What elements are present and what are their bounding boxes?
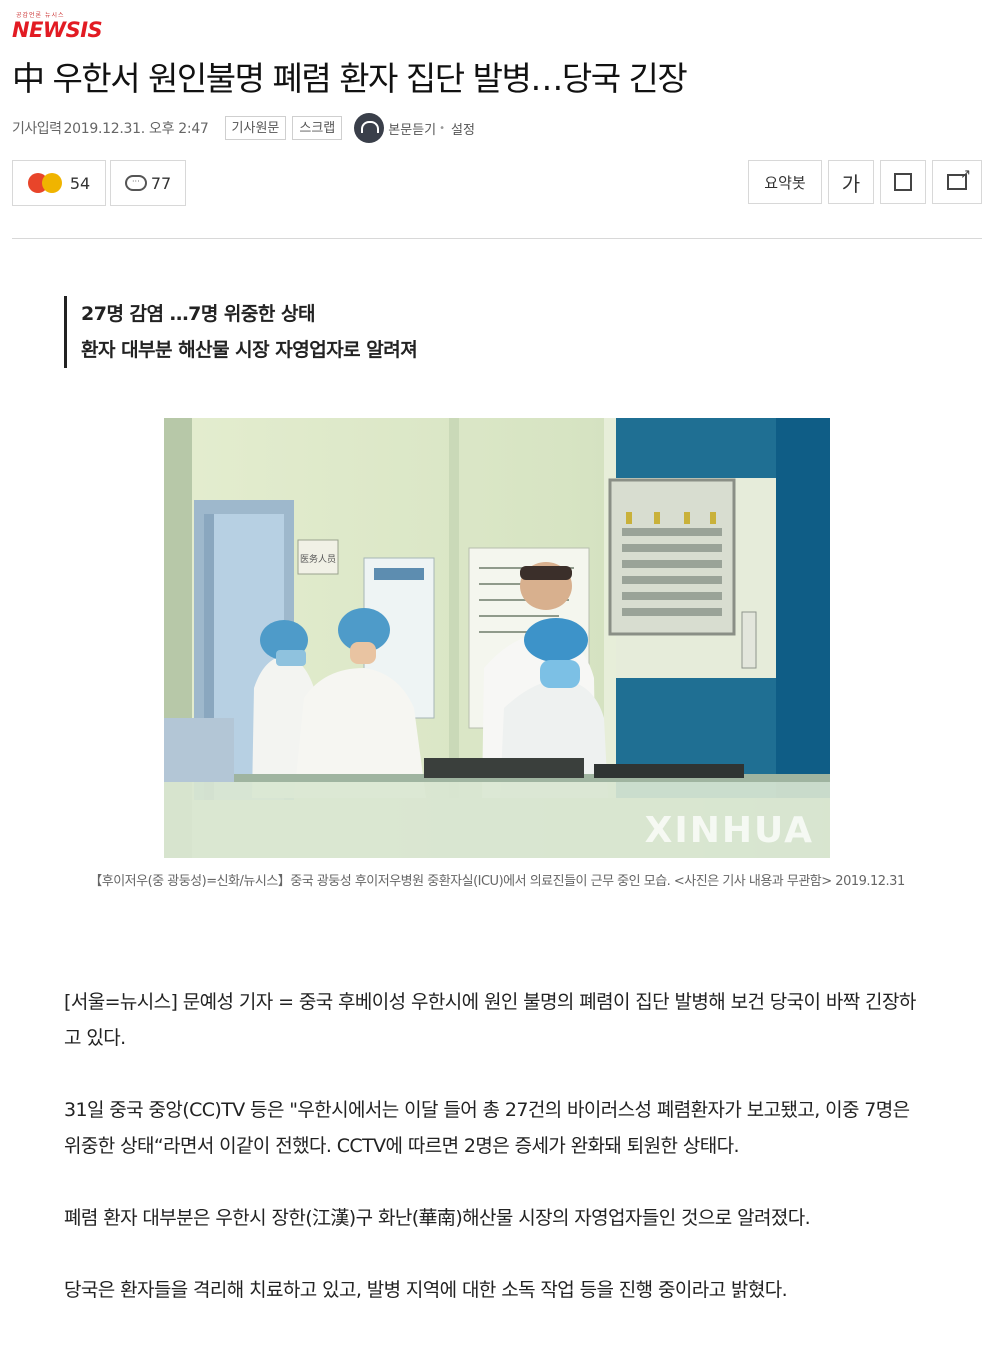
- share-button[interactable]: [932, 160, 982, 204]
- article-subtitle: 27명 감염 …7명 위중한 상태 환자 대부분 해산물 시장 자영업자로 알려…: [64, 296, 418, 368]
- article-meta: 기사입력 2019.12.31. 오후 2:47 기사원문 스크랩 본문듣기 •…: [12, 113, 475, 143]
- photo-watermark: XINHUA: [645, 810, 814, 851]
- article-title: 中 우한서 원인불명 폐렴 환자 집단 발병…당국 긴장: [12, 59, 688, 98]
- original-article-button[interactable]: 기사원문: [224, 116, 287, 140]
- body-paragraph-3: 폐렴 환자 대부분은 우한시 장한(江漢)구 화난(華南)해산물 시장의 자영업…: [64, 1207, 811, 1229]
- date-label: 기사입력: [12, 121, 62, 137]
- reaction-count: 54: [69, 173, 91, 193]
- separator-dot: •: [439, 122, 446, 134]
- photo-sign-text: 医务人员: [300, 553, 336, 565]
- article-date: 2019.12.31. 오후 2:47: [63, 121, 209, 137]
- subtitle-line-1: 27명 감염 …7명 위중한 상태: [81, 303, 315, 325]
- article-body: [서울=뉴시스] 문예성 기자 = 중국 후베이성 우한시에 원인 불명의 폐렴…: [64, 984, 924, 1344]
- listen-label: 본문듣기: [388, 122, 437, 138]
- article-page: 공감언론 뉴시스 NEWSIS 中 우한서 원인불명 폐렴 환자 집단 발병…당…: [0, 0, 994, 1352]
- body-paragraph-1: [서울=뉴시스] 문예성 기자 = 중국 후베이성 우한시에 원인 불명의 폐렴…: [64, 991, 916, 1049]
- action-bar: 54 ··· 77 요약봇 가: [12, 160, 982, 206]
- print-button[interactable]: [880, 160, 926, 204]
- subtitle-line-2: 환자 대부분 해산물 시장 자영업자로 알려져: [81, 339, 418, 361]
- font-size-button[interactable]: 가: [828, 160, 874, 204]
- body-paragraph-4: 당국은 환자들을 격리해 치료하고 있고, 발병 지역에 대한 소독 작업 등을…: [64, 1279, 788, 1301]
- share-icon: [947, 167, 971, 190]
- header-divider: [12, 238, 982, 239]
- logo-text: NEWSIS: [12, 18, 103, 42]
- scrap-button[interactable]: 스크랩: [292, 116, 343, 140]
- reaction-button[interactable]: 54: [12, 160, 106, 206]
- article-photo[interactable]: 医务人员 XINHUA: [164, 418, 830, 858]
- comment-icon: ···: [124, 175, 147, 191]
- newsis-logo[interactable]: 공감언론 뉴시스 NEWSIS: [12, 10, 122, 42]
- summary-bot-button[interactable]: 요약봇: [748, 160, 822, 204]
- speaker-icon: [354, 113, 385, 143]
- photo-caption: 【후이저우(중 광둥성)=신화/뉴시스】중국 광둥성 후이저우병원 중환자실(I…: [89, 874, 905, 889]
- comment-button[interactable]: ··· 77: [110, 160, 186, 206]
- listen-settings-link[interactable]: 설정: [451, 119, 475, 138]
- listen-button[interactable]: 본문듣기: [354, 113, 436, 143]
- hospital-icu-photo: 医务人员 XINHUA: [164, 418, 830, 858]
- comment-count: 77: [150, 173, 172, 193]
- body-paragraph-2: 31일 중국 중앙(CC)TV 등은 "우한시에서는 이달 들어 총 27건의 …: [64, 1099, 910, 1157]
- sad-emoji-icon: [41, 173, 62, 193]
- print-icon: [894, 173, 912, 191]
